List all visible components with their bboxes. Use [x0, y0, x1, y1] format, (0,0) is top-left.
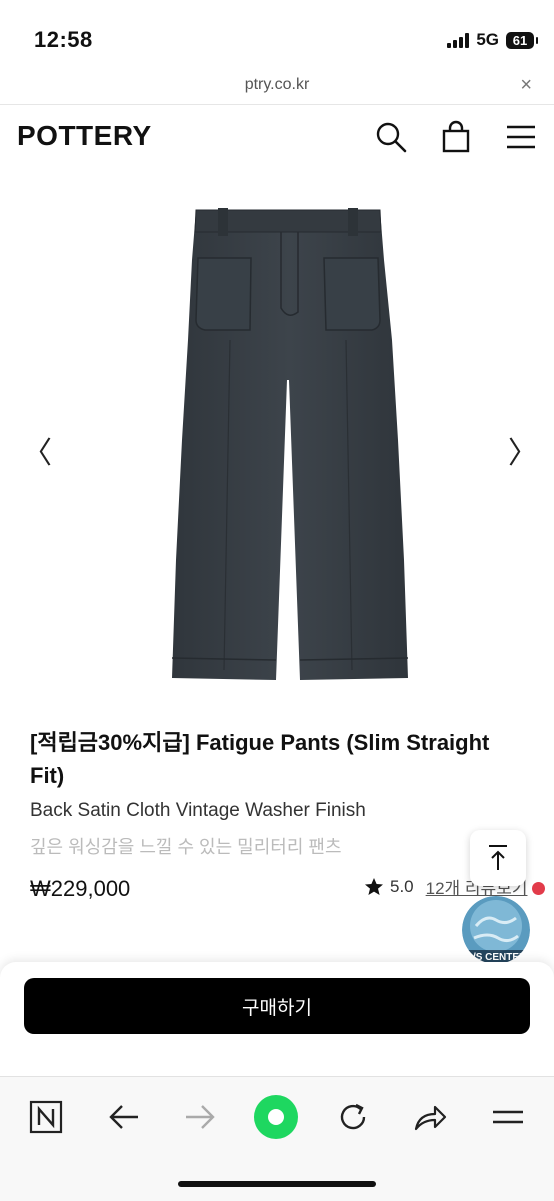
cs-center-button[interactable]: C/S CENTER [462, 896, 530, 964]
scroll-to-top-button[interactable] [470, 830, 526, 886]
product-title: [적립금30%지급] Fatigue Pants (Slim Straight … [30, 730, 490, 788]
site-logo[interactable]: POTTERY [17, 120, 152, 152]
product-image [171, 208, 409, 680]
shopping-bag-icon[interactable] [439, 120, 473, 154]
hamburger-menu-icon[interactable] [486, 1095, 530, 1139]
search-icon[interactable] [374, 120, 408, 154]
refresh-icon[interactable] [331, 1095, 375, 1139]
product-info: [적립금30%지급] Fatigue Pants (Slim Straight … [30, 726, 510, 859]
notification-dot [532, 882, 545, 895]
close-icon[interactable]: × [520, 74, 532, 97]
status-bar: 12:58 5G 61 [0, 0, 554, 70]
prev-image-arrow[interactable]: 〈 [22, 428, 52, 472]
url-text[interactable]: ptry.co.kr [0, 76, 554, 94]
purchase-panel: 구매하기 [0, 962, 554, 1076]
star-icon [365, 877, 383, 895]
menu-icon[interactable] [504, 120, 538, 154]
product-description: 깊은 워싱감을 느낄 수 있는 밀리터리 팬츠 [30, 837, 342, 857]
status-time: 12:58 [34, 27, 93, 52]
battery-level: 61 [512, 32, 528, 48]
signal-icon [447, 32, 470, 48]
status-indicators: 5G 61 [447, 30, 538, 50]
back-arrow-icon[interactable] [102, 1095, 146, 1139]
arrow-up-icon [489, 845, 507, 870]
home-indicator [178, 1181, 376, 1187]
product-gallery[interactable]: 〈 〉 [0, 180, 554, 710]
battery-icon: 61 [506, 31, 538, 49]
url-bar[interactable]: ptry.co.kr × [0, 70, 554, 105]
naver-home-icon[interactable] [24, 1095, 68, 1139]
network-type: 5G [476, 30, 499, 49]
product-subtitle: Back Satin Cloth Vintage Washer Finish [30, 800, 366, 821]
browser-toolbar [0, 1076, 554, 1201]
product-price: ₩229,000 [30, 876, 131, 901]
rating-value: 5.0 [390, 876, 414, 896]
green-dot-home-icon[interactable] [254, 1095, 298, 1139]
buy-button[interactable]: 구매하기 [24, 978, 530, 1034]
next-image-arrow[interactable]: 〉 [508, 428, 538, 472]
site-header: POTTERY [0, 104, 554, 170]
forward-arrow-icon[interactable] [178, 1095, 222, 1139]
share-icon[interactable] [408, 1095, 452, 1139]
